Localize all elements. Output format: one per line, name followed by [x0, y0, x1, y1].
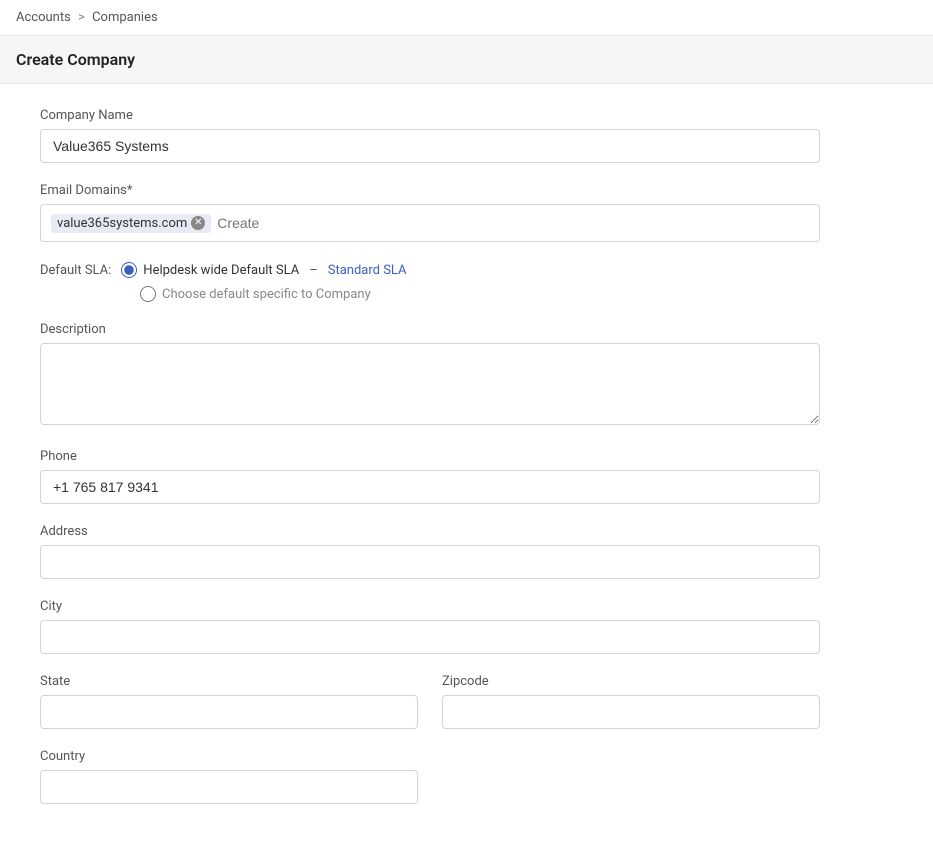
address-label: Address [40, 524, 820, 539]
sla-row-1: Default SLA: Helpdesk wide Default SLA –… [40, 262, 820, 278]
description-input[interactable] [40, 343, 820, 425]
city-label: City [40, 599, 820, 614]
city-group: City [40, 599, 820, 654]
state-input[interactable] [40, 695, 418, 729]
company-name-label: Company Name [40, 108, 820, 123]
city-input[interactable] [40, 620, 820, 654]
zipcode-label: Zipcode [442, 674, 820, 689]
description-group: Description [40, 322, 820, 429]
breadcrumb: Accounts > Companies [0, 0, 933, 36]
zipcode-input[interactable] [442, 695, 820, 729]
email-domains-group: Email Domains* value365systems.com ✕ [40, 183, 820, 242]
state-label: State [40, 674, 418, 689]
email-domains-input[interactable] [217, 215, 809, 231]
address-input[interactable] [40, 545, 820, 579]
page-header: Create Company [0, 36, 933, 84]
phone-group: Phone [40, 449, 820, 504]
state-zipcode-row: State Zipcode [40, 674, 820, 749]
email-domains-label: Email Domains* [40, 183, 820, 198]
state-group: State [40, 674, 418, 729]
sla-radio-option-1[interactable]: Helpdesk wide Default SLA [121, 262, 299, 278]
sla-radio-helpdesk-label: Helpdesk wide Default SLA [143, 263, 299, 278]
email-domain-tag: value365systems.com ✕ [51, 214, 211, 233]
zipcode-group: Zipcode [442, 674, 820, 729]
email-domains-field[interactable]: value365systems.com ✕ [40, 204, 820, 242]
breadcrumb-separator: > [78, 10, 85, 25]
phone-label: Phone [40, 449, 820, 464]
description-label: Description [40, 322, 820, 337]
default-sla-section: Default SLA: Helpdesk wide Default SLA –… [40, 262, 820, 302]
breadcrumb-companies: Companies [92, 10, 158, 25]
page-title: Create Company [16, 50, 917, 69]
address-group: Address [40, 524, 820, 579]
country-group: Country [40, 749, 820, 804]
sla-dash: – [309, 263, 318, 278]
email-domain-tag-text: value365systems.com [57, 216, 187, 231]
sla-radio-company-label: Choose default specific to Company [162, 287, 371, 302]
phone-input[interactable] [40, 470, 820, 504]
sla-row-2[interactable]: Choose default specific to Company [140, 286, 820, 302]
email-domain-remove-button[interactable]: ✕ [191, 216, 205, 230]
company-name-group: Company Name [40, 108, 820, 163]
default-sla-label: Default SLA: [40, 263, 111, 278]
sla-radio-company[interactable] [140, 286, 156, 302]
sla-radio-helpdesk[interactable] [121, 262, 137, 278]
breadcrumb-accounts[interactable]: Accounts [16, 10, 71, 25]
country-label: Country [40, 749, 820, 764]
country-input[interactable] [40, 770, 418, 804]
form-container: Company Name Email Domains* value365syst… [0, 84, 860, 848]
standard-sla-link[interactable]: Standard SLA [328, 263, 407, 278]
company-name-input[interactable] [40, 129, 820, 163]
